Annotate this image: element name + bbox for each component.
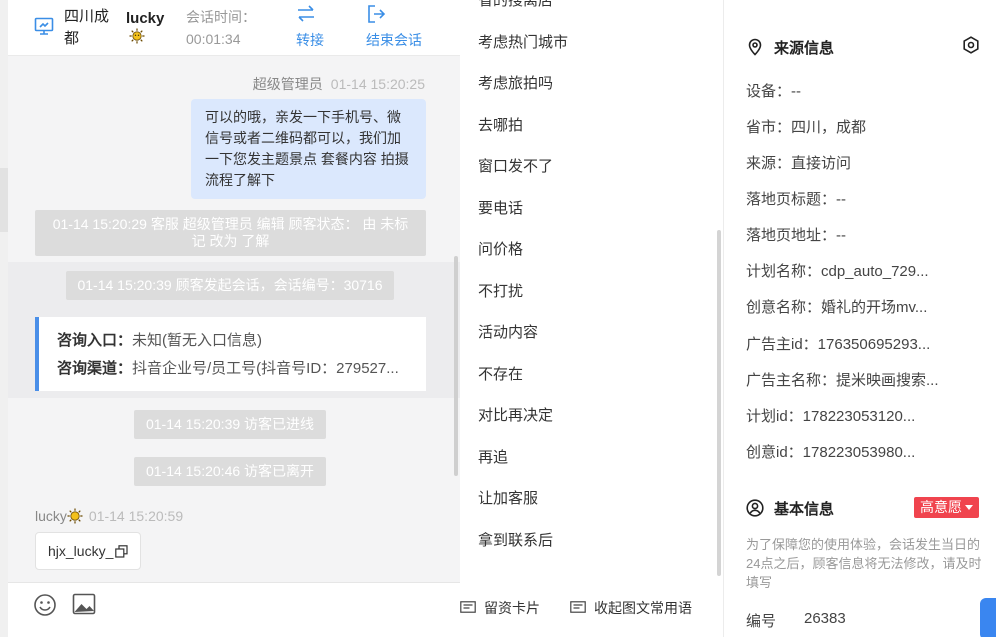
- lead-card-button[interactable]: 留资卡片: [460, 598, 540, 618]
- customer-id-value: 26383: [804, 610, 846, 627]
- customer-id-label: 编号: [746, 613, 777, 630]
- quick-reply-item[interactable]: 要电话: [478, 196, 568, 238]
- source-info-title: 来源信息: [746, 37, 834, 58]
- quick-reply-panel: 省的搜离店 考虑热门城市 考虑旅拍吗 去哪拍 窗口发不了 要电话 问价格 不打扰…: [460, 0, 724, 637]
- agent-message-time: 01-14 15:20:25: [330, 76, 425, 92]
- quick-reply-item[interactable]: 不存在: [478, 362, 568, 404]
- quick-reply-item[interactable]: 让加客服: [478, 486, 568, 528]
- agent-message-meta: 超级管理员 01-14 15:20:25: [253, 74, 425, 94]
- copy-icon[interactable]: [115, 545, 128, 558]
- quick-reply-list: 省的搜离店 考虑热门城市 考虑旅拍吗 去哪拍 窗口发不了 要电话 问价格 不打扰…: [478, 0, 568, 569]
- user-icon: [746, 499, 764, 517]
- source-device: 设备：--: [746, 83, 801, 100]
- consult-info-card: 咨询入口：未知(暂无入口信息) 咨询渠道：抖音企业号/员工号(抖音号ID：279…: [35, 317, 426, 391]
- emoji-icon[interactable]: [33, 593, 57, 617]
- message-list-scrollbar[interactable]: [454, 256, 458, 476]
- source-channel: 来源：直接访问: [746, 155, 852, 172]
- collapse-quick-replies-button[interactable]: 收起图文常用语: [570, 598, 692, 618]
- visitor-message-bubble: hjx_lucky_: [35, 532, 141, 570]
- chat-panel: 四川成都 lucky 会话时间： 00:01:34 转接 结束会话 超级管理员 0…: [8, 0, 460, 637]
- basic-info-title: 基本信息: [746, 498, 834, 519]
- agent-sender: 超级管理员: [252, 76, 323, 92]
- quick-reply-item[interactable]: 去哪拍: [478, 113, 568, 155]
- visitor-sender: lucky: [35, 508, 67, 524]
- quick-reply-item[interactable]: 对比再决定: [478, 403, 568, 445]
- creative-name: 创意名称：婚礼的开场mv...: [746, 299, 928, 316]
- consult-entry-row: 咨询入口：未知(暂无入口信息): [57, 332, 263, 349]
- intent-level-dropdown[interactable]: 高意愿: [914, 497, 979, 518]
- floating-action-button[interactable]: [980, 598, 996, 637]
- message-list-icon: [570, 601, 586, 613]
- monitor-icon: [34, 17, 54, 35]
- advertiser-id: 广告主id：176350695293...: [746, 336, 931, 353]
- chat-header: 四川成都 lucky 会话时间： 00:01:34 转接 结束会话: [8, 0, 460, 56]
- image-icon[interactable]: [72, 593, 96, 615]
- left-edge-strip: [0, 0, 8, 637]
- session-time-value: 00:01:34: [186, 31, 241, 47]
- quick-reply-item[interactable]: 省的搜离店: [478, 0, 568, 30]
- logout-icon: [368, 5, 386, 23]
- caret-down-icon: [965, 505, 973, 510]
- session-time-label: 会话时间：: [186, 9, 256, 25]
- quick-reply-item[interactable]: 拿到联系后: [478, 528, 568, 570]
- location-pin-icon: [748, 38, 762, 56]
- sun-emoji-icon: [129, 28, 145, 44]
- visitor-name: lucky: [126, 10, 165, 27]
- customer-info-panel: 来源信息 设备：-- 省市：四川，成都 来源：直接访问 落地页标题：-- 落地页…: [724, 0, 996, 637]
- landing-page-title: 落地页标题：--: [746, 191, 846, 208]
- left-edge-marker: [0, 168, 8, 232]
- landing-page-url: 落地页地址：--: [746, 227, 846, 244]
- transfer-icon: [298, 5, 314, 22]
- visitor-message-time: 01-14 15:20:59: [88, 508, 184, 524]
- agent-message-bubble: 可以的哦，亲发一下手机号、微信号或者二维码都可以，我们加一下您发主题景点 套餐内…: [191, 99, 426, 199]
- message-list[interactable]: 超级管理员 01-14 15:20:25 可以的哦，亲发一下手机号、微信号或者二维…: [8, 56, 460, 582]
- quick-reply-item[interactable]: 问价格: [478, 237, 568, 279]
- edit-deadline-notice: 为了保障您的使用体验，会话发生当日的24点之后，顾客信息将无法修改，请及时填写: [746, 537, 982, 590]
- source-province-city: 省市：四川，成都: [746, 119, 867, 136]
- quick-reply-item[interactable]: 考虑热门城市: [478, 30, 568, 72]
- advertiser-name: 广告主名称：提米映画搜索...: [746, 372, 939, 389]
- chat-input-toolbar: [8, 582, 460, 637]
- end-session-label: 结束会话: [366, 32, 422, 48]
- plan-id: 计划id：178223053120...: [746, 408, 916, 425]
- system-message: 01-14 15:20:39 访客已进线: [134, 410, 326, 439]
- creative-id: 创意id：178223053980...: [746, 444, 916, 461]
- quick-reply-item[interactable]: 考虑旅拍吗: [478, 71, 568, 113]
- sun-emoji-icon: [67, 508, 83, 524]
- quick-reply-footer: 留资卡片 收起图文常用语: [460, 582, 723, 637]
- transfer-button[interactable]: 转接: [296, 4, 324, 50]
- plan-name: 计划名称：cdp_auto_729...: [746, 263, 929, 280]
- transfer-label: 转接: [296, 32, 324, 48]
- system-message: 01-14 15:20:29 客服 超级管理员 编辑 顾客状态： 由 未标记 改…: [35, 210, 426, 256]
- visitor-location: 四川成都: [64, 8, 110, 47]
- visitor-message-meta: lucky 01-14 15:20:59: [35, 508, 183, 524]
- quick-reply-item[interactable]: 窗口发不了: [478, 154, 568, 196]
- quick-reply-item[interactable]: 再追: [478, 445, 568, 487]
- quick-reply-item[interactable]: 不打扰: [478, 279, 568, 321]
- quick-reply-scrollbar[interactable]: [717, 230, 721, 576]
- message-card-icon: [460, 601, 476, 613]
- settings-hexagon-icon[interactable]: [962, 36, 980, 54]
- system-message: 01-14 15:20:46 访客已离开: [134, 457, 326, 486]
- consult-channel-row: 咨询渠道：抖音企业号/员工号(抖音号ID：279527...: [57, 360, 399, 377]
- end-session-button[interactable]: 结束会话: [366, 4, 422, 50]
- quick-reply-item[interactable]: 活动内容: [478, 320, 568, 362]
- system-message: 01-14 15:20:39 顾客发起会话，会话编号：30716: [66, 271, 394, 300]
